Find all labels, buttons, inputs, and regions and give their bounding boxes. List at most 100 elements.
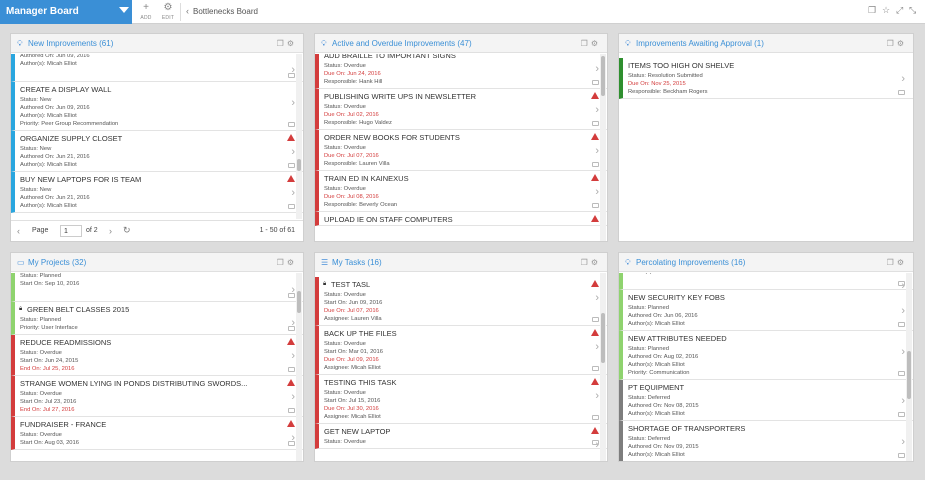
scrollbar-thumb[interactable]	[907, 351, 911, 399]
chevron-right-icon[interactable]: ›	[595, 145, 599, 157]
card-title[interactable]: ITEMS TOO HIGH ON SHELVE	[628, 61, 913, 71]
card-title[interactable]: BACK UP THE FILES	[324, 329, 607, 339]
improvement-card[interactable]: CREATE A DISPLAY WALL Status: New Authored…	[11, 82, 303, 131]
card-title[interactable]: CREATE A DISPLAY WALL	[20, 85, 303, 95]
scrollbar-thumb[interactable]	[297, 291, 301, 313]
chevron-right-icon[interactable]: ›	[595, 63, 599, 75]
card-title[interactable]: PUBLISHING WRITE UPS IN NEWSLETTER	[324, 92, 607, 102]
panel-title[interactable]: My Tasks (16)	[332, 258, 382, 267]
gear-icon[interactable]: ⚙	[897, 258, 907, 267]
breadcrumb-label[interactable]: Bottlenecks Board	[193, 7, 258, 16]
shrink-icon[interactable]: ⤡	[909, 5, 916, 16]
panel-title[interactable]: Active and Overdue Improvements (47)	[332, 39, 472, 48]
copy-icon[interactable]: ❐	[887, 258, 897, 267]
improvement-card[interactable]: Authored On: Jun 09, 2016 Author(s): Mica…	[11, 54, 303, 82]
chevron-right-icon[interactable]: ›	[595, 186, 599, 198]
chevron-left-icon[interactable]: ‹	[17, 226, 20, 236]
improvement-card[interactable]: UPLOAD IE ON STAFF COMPUTERS	[315, 212, 607, 226]
scrollbar[interactable]	[600, 54, 606, 241]
card-title[interactable]: ORGANIZE SUPPLY CLOSET	[20, 134, 303, 144]
improvement-card[interactable]: STRANGE WOMEN LYING IN PONDS DISTRIBUTIN…	[11, 376, 303, 417]
improvement-card[interactable]: Author(s): Micah Elliot›	[619, 273, 913, 292]
chevron-right-icon[interactable]: ›	[901, 436, 905, 448]
chevron-right-icon[interactable]: ›	[291, 97, 295, 109]
chevron-right-icon[interactable]: ›	[291, 146, 295, 158]
expand-icon[interactable]: ⤢	[896, 5, 903, 16]
improvement-card[interactable]: BUY NEW LAPTOPS FOR IS TEAM Status: New Au…	[11, 172, 303, 213]
card-title[interactable]: NEW SECURITY KEY FOBS	[628, 293, 913, 303]
card-title[interactable]: ORDER NEW BOOKS FOR STUDENTS	[324, 133, 607, 143]
chevron-right-icon[interactable]: ›	[901, 395, 905, 407]
scrollbar[interactable]	[906, 273, 912, 461]
scrollbar-thumb[interactable]	[297, 159, 301, 171]
improvement-card[interactable]: PT EQUIPMENT Status: Deferred Authored On:…	[619, 380, 913, 421]
improvement-card[interactable]: NEW ATTRIBUTES NEEDED Status: Planned Auth…	[619, 331, 913, 380]
scrollbar-thumb[interactable]	[601, 56, 605, 96]
improvement-card[interactable]: TESTING THIS TASK Status: Overdue Start On…	[315, 375, 607, 424]
improvement-card[interactable]: PUBLISHING WRITE UPS IN NEWSLETTER Status…	[315, 89, 607, 130]
improvement-card[interactable]: REDUCE READMISSIONS Status: Overdue Start …	[11, 335, 303, 376]
improvement-card[interactable]: NEW SECURITY KEY FOBS Status: Planned Auth…	[619, 290, 913, 331]
improvement-card[interactable]: 🔒︎ GREEN BELT CLASSES 2015 Status: Planne…	[11, 302, 303, 335]
panel-title[interactable]: Percolating Improvements (16)	[636, 258, 745, 267]
chevron-right-icon[interactable]: ›	[595, 341, 599, 353]
improvement-card[interactable]: ORGANIZE SUPPLY CLOSET Status: New Authore…	[11, 131, 303, 172]
chevron-right-icon[interactable]: ›	[595, 292, 599, 304]
caret-down-icon[interactable]	[119, 7, 129, 13]
add-label[interactable]: ADD	[135, 14, 157, 22]
card-title[interactable]: ADD BRAILLE TO IMPORTANT SIGNS	[324, 54, 607, 61]
chevron-right-icon[interactable]: ›	[291, 187, 295, 199]
card-title[interactable]: TRAIN ED IN KAINEXUS	[324, 174, 607, 184]
improvement-card[interactable]: FUNDRAISER - FRANCE Status: Overdue Start …	[11, 417, 303, 450]
gear-icon[interactable]: ⚙	[591, 39, 601, 48]
card-title[interactable]: BUY NEW LAPTOPS FOR IS TEAM	[20, 175, 303, 185]
card-title[interactable]: TESTING THIS TASK	[324, 378, 607, 388]
card-title[interactable]: TEST TASL	[324, 280, 607, 290]
improvement-card[interactable]: Status: Planned Start On: Sep 10, 2016 ›	[11, 273, 303, 302]
gear-icon[interactable]: ⚙	[591, 258, 601, 267]
card-title[interactable]: GET NEW LAPTOP	[324, 427, 607, 437]
card-title[interactable]: SHORTAGE OF TRANSPORTERS	[628, 424, 913, 434]
card-title[interactable]: FUNDRAISER - FRANCE	[20, 420, 303, 430]
panel-title[interactable]: My Projects (32)	[28, 258, 86, 267]
chevron-right-icon[interactable]: ›	[595, 104, 599, 116]
improvement-card[interactable]: ORDER NEW BOOKS FOR STUDENTS Status: Over…	[315, 130, 607, 171]
gear-icon[interactable]: ⚙	[897, 39, 907, 48]
copy-icon[interactable]: ❐	[277, 39, 287, 48]
copy-icon[interactable]: ❐	[887, 39, 897, 48]
improvement-card[interactable]: 🔒︎ TEST TASL Status: Overdue Start On: Jun…	[315, 277, 607, 326]
improvement-card[interactable]: ITEMS TOO HIGH ON SHELVE Status: Resoluti…	[619, 58, 913, 99]
chevron-right-icon[interactable]: ›	[291, 391, 295, 403]
chevron-right-icon[interactable]: ›	[901, 305, 905, 317]
improvement-card[interactable]: GET NEW LAPTOP Status: Overdue ›	[315, 424, 607, 451]
card-title[interactable]: STRANGE WOMEN LYING IN PONDS DISTRIBUTIN…	[20, 379, 303, 389]
copy-icon[interactable]: ❐	[581, 39, 591, 48]
scrollbar[interactable]	[600, 273, 606, 461]
scrollbar-thumb[interactable]	[601, 313, 605, 363]
gear-icon[interactable]: ⚙	[287, 258, 297, 267]
star-icon[interactable]: ☆	[882, 5, 890, 16]
scrollbar[interactable]	[296, 273, 302, 461]
gear-icon[interactable]: ⚙	[157, 2, 179, 14]
edit-label[interactable]: EDIT	[157, 14, 179, 22]
chevron-right-icon[interactable]: ›	[595, 390, 599, 402]
copy-icon[interactable]: ❐	[581, 258, 591, 267]
improvement-card[interactable]: TRAIN ED IN KAINEXUS Status: Overdue Due O…	[315, 171, 607, 212]
improvement-card[interactable]: BACK UP THE FILES Status: Overdue Start On…	[315, 326, 607, 375]
board-title[interactable]: Manager Board	[6, 6, 79, 17]
refresh-icon[interactable]: ↻	[123, 225, 131, 236]
chevron-right-icon[interactable]: ›	[901, 346, 905, 358]
card-title[interactable]: PT EQUIPMENT	[628, 383, 913, 393]
gear-icon[interactable]: ⚙	[287, 39, 297, 48]
chevron-right-icon[interactable]: ›	[109, 226, 112, 236]
copy-icon[interactable]: ❐	[277, 258, 287, 267]
add-button[interactable]: + ADD	[135, 0, 157, 24]
card-title[interactable]: NEW ATTRIBUTES NEEDED	[628, 334, 913, 344]
chevron-left-icon[interactable]: ‹	[186, 6, 189, 16]
improvement-card[interactable]: ADD BRAILLE TO IMPORTANT SIGNS Status: Ov…	[315, 54, 607, 89]
scrollbar[interactable]	[296, 54, 302, 219]
plus-icon[interactable]: +	[135, 2, 157, 14]
card-title[interactable]: UPLOAD IE ON STAFF COMPUTERS	[324, 215, 607, 225]
board-selector[interactable]: Manager Board	[0, 0, 132, 24]
edit-button[interactable]: ⚙ EDIT	[157, 0, 179, 24]
